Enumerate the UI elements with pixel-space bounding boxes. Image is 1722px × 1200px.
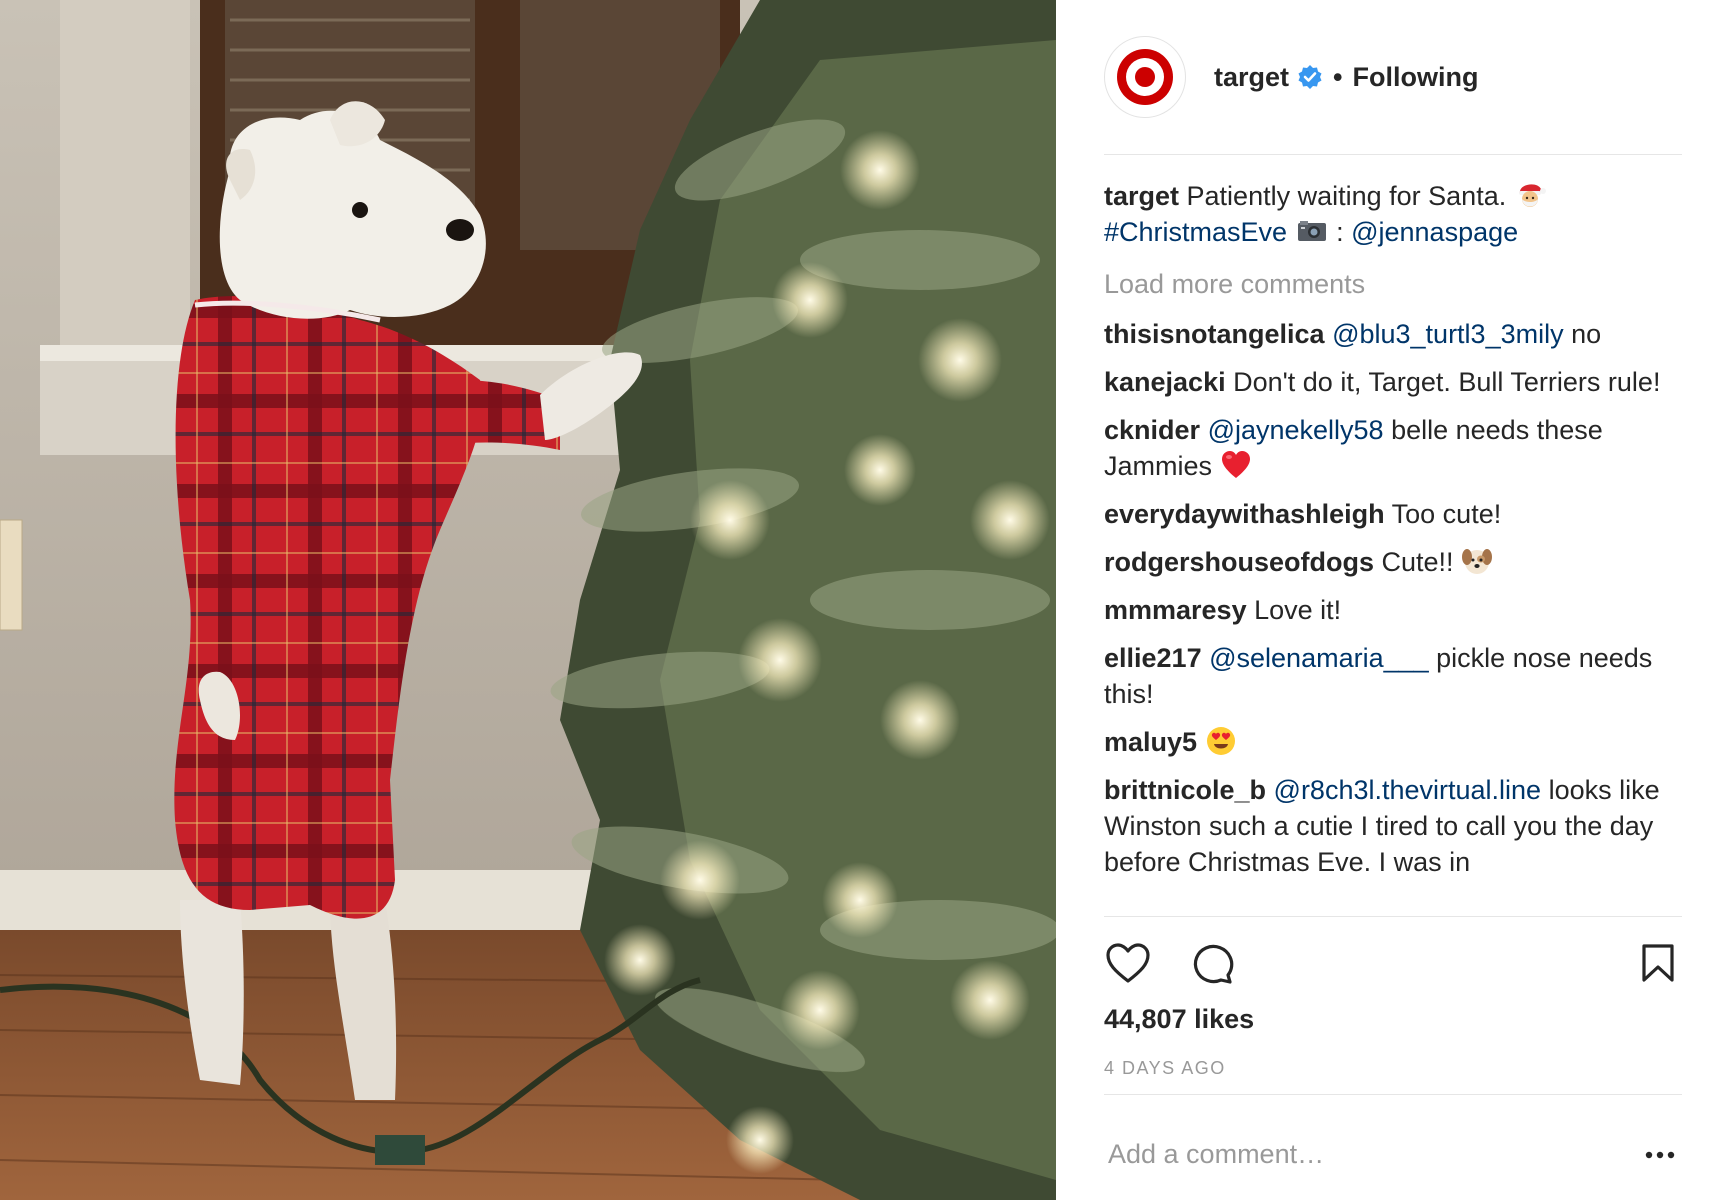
add-comment-divider [1104, 1094, 1682, 1095]
comment-row: brittnicole_b @r8ch3l.thevirtual.line lo… [1104, 772, 1682, 880]
comment-username[interactable]: thisisnotangelica [1104, 319, 1325, 349]
comment-username[interactable]: rodgershouseofdogs [1104, 547, 1374, 577]
add-comment-input[interactable] [1108, 1134, 1628, 1174]
comment-text: Don't do it, Target. Bull Terriers rule! [1225, 367, 1661, 397]
likes-count[interactable]: 44,807 likes [1104, 1004, 1254, 1035]
comment-username[interactable]: brittnicole_b [1104, 775, 1266, 805]
comment-text: Cute!! [1374, 547, 1462, 577]
comment-row: everydaywithashleigh Too cute! [1104, 496, 1682, 532]
comment-username[interactable]: kanejacki [1104, 367, 1226, 397]
comment-mention[interactable]: @blu3_turtl3_3mily [1332, 319, 1564, 349]
comment-row: cknider @jaynekelly58 belle needs these … [1104, 412, 1682, 484]
more-options-button[interactable] [1640, 1140, 1680, 1170]
post-photo[interactable] [0, 0, 1056, 1200]
comment-row: ellie217 @selenamaria___ pickle nose nee… [1104, 640, 1682, 712]
avatar[interactable] [1104, 36, 1186, 118]
comment-mention[interactable]: @jaynekelly58 [1208, 415, 1384, 445]
comment-button[interactable] [1188, 939, 1236, 987]
comment-username[interactable]: cknider [1104, 415, 1200, 445]
caption-hashtag[interactable]: #ChristmasEve [1104, 217, 1287, 247]
comments-list: target Patiently waiting for Santa. #Chr… [1104, 178, 1682, 916]
comment-row: maluy5 [1104, 724, 1682, 760]
header-username[interactable]: target [1214, 62, 1289, 93]
like-button[interactable] [1104, 939, 1152, 987]
comment-username[interactable]: everydaywithashleigh [1104, 499, 1385, 529]
photo-illustration [0, 0, 1056, 1200]
caption-credit-mention[interactable]: @jennaspage [1351, 217, 1518, 247]
red-heart-emoji-icon [1221, 451, 1250, 478]
comment-username[interactable]: ellie217 [1104, 643, 1202, 673]
caption-username[interactable]: target [1104, 181, 1179, 211]
comment-mention[interactable]: @r8ch3l.thevirtual.line [1274, 775, 1542, 805]
comment-bubble-icon [1193, 944, 1234, 984]
save-button[interactable] [1634, 939, 1682, 987]
comment-text: Too cute! [1384, 499, 1502, 529]
comment-row: rodgershouseofdogs Cute!! [1104, 544, 1682, 580]
ellipsis-icon [1645, 1151, 1675, 1159]
verified-badge-icon [1298, 65, 1322, 89]
santa-emoji-icon [1518, 184, 1546, 207]
comment-username[interactable]: maluy5 [1104, 727, 1197, 757]
comment-username[interactable]: mmmaresy [1104, 595, 1247, 625]
comment-text [1197, 727, 1205, 757]
comment-text: Love it! [1246, 595, 1342, 625]
caption-credit-separator: : [1328, 217, 1352, 247]
comment-mention[interactable]: @selenamaria___ [1209, 643, 1429, 673]
comment-text: no [1563, 319, 1602, 349]
header-divider [1104, 154, 1682, 155]
post-sidebar: target • Following target Patiently wait… [1056, 0, 1722, 1200]
load-more-comments[interactable]: Load more comments [1104, 266, 1682, 302]
comments-divider [1104, 916, 1682, 917]
bookmark-icon [1642, 944, 1674, 982]
dog-face-emoji-icon [1462, 549, 1493, 574]
camera-emoji-icon [1297, 221, 1326, 241]
instagram-post: target • Following target Patiently wait… [0, 0, 1722, 1200]
heart-eyes-emoji-icon [1206, 727, 1235, 755]
heart-outline-icon [1106, 943, 1150, 983]
post-header: target • Following [1104, 36, 1682, 118]
caption: target Patiently waiting for Santa. #Chr… [1104, 178, 1682, 250]
following-button[interactable]: Following [1352, 62, 1478, 93]
header-separator: • [1333, 61, 1343, 92]
caption-text: Patiently waiting for Santa. [1186, 181, 1514, 211]
target-logo-icon [1117, 49, 1173, 105]
action-bar [1104, 938, 1682, 988]
post-timestamp[interactable]: 4 DAYS AGO [1104, 1058, 1226, 1079]
comment-row: mmmaresy Love it! [1104, 592, 1682, 628]
comment-row: thisisnotangelica @blu3_turtl3_3mily no [1104, 316, 1682, 352]
comment-row: kanejacki Don't do it, Target. Bull Terr… [1104, 364, 1682, 400]
